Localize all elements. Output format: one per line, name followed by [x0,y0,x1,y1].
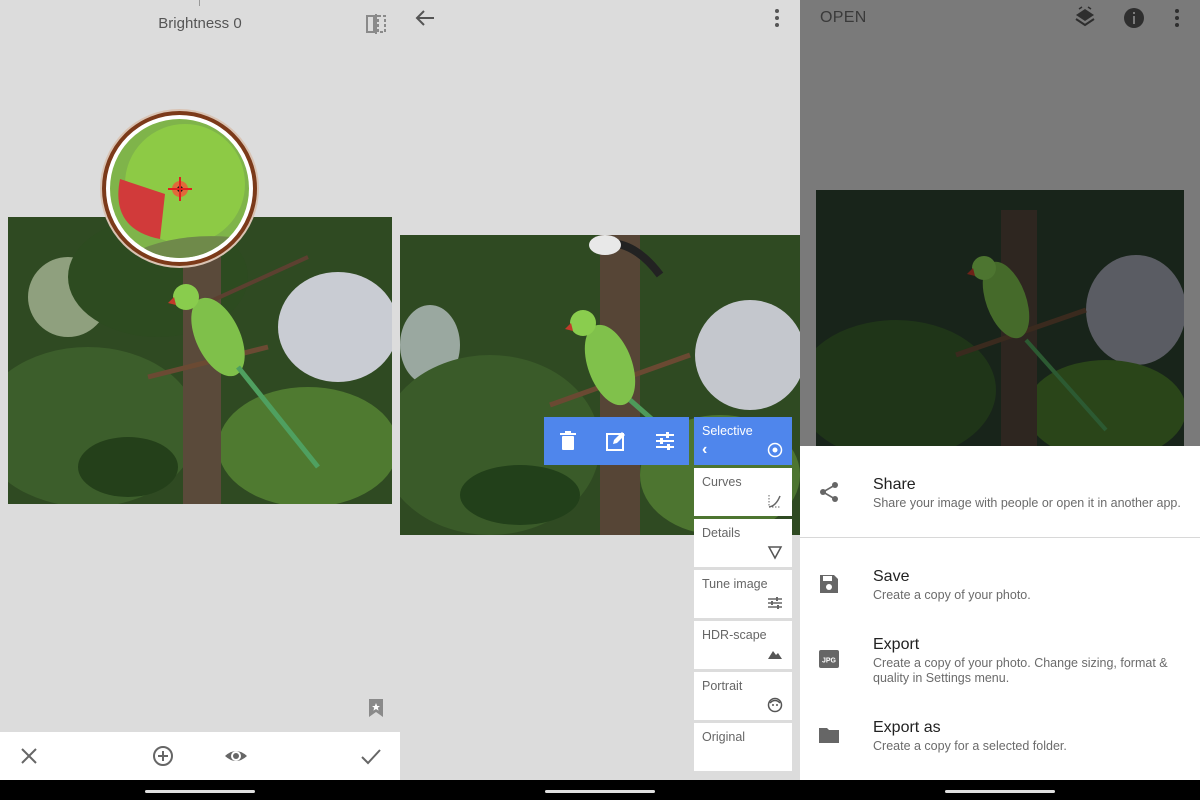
export-panel: OPEN Share Share your image with people … [800,0,1200,800]
home-gesture-pill[interactable] [545,790,655,793]
more-options-icon[interactable] [1174,8,1180,28]
export-bottom-sheet: Share Share your image with people or op… [800,446,1200,780]
tool-label: Original [702,730,746,744]
edit-icon[interactable] [605,430,627,452]
tool-curves[interactable]: Curves [694,468,792,516]
close-icon[interactable] [17,744,41,768]
info-icon[interactable] [1122,6,1146,30]
adjustment-tick [199,0,200,6]
home-gesture-pill[interactable] [145,790,255,793]
mountains-icon [767,646,783,662]
tool-original[interactable]: Original [694,723,792,771]
tool-selective[interactable]: Selective ‹ [694,417,792,465]
loupe-magnifier [102,111,257,266]
option-description: Create a copy of your photo. Change sizi… [873,656,1168,685]
tool-hdr-scape[interactable]: HDR-scape [694,621,792,669]
eye-icon[interactable] [224,744,248,768]
svg-text:JPG: JPG [822,658,837,665]
target-icon [767,442,783,458]
sheet-divider [800,537,1200,538]
system-nav-bar [400,780,800,800]
layers-icon[interactable] [1073,6,1097,30]
system-nav-bar [800,780,1200,800]
export-as-option[interactable]: Export as Create a copy for a selected f… [800,708,1200,768]
add-circle-icon[interactable] [151,744,175,768]
bottom-action-bar [0,732,400,780]
share-icon [818,481,840,503]
adjustment-title: Brightness 0 [158,15,242,32]
bookmark-icon[interactable] [367,698,385,718]
tool-label: Selective [702,424,753,438]
tool-label: Portrait [702,679,743,693]
back-arrow-icon[interactable] [414,8,436,28]
tool-label: HDR-scape [702,628,767,642]
delete-icon[interactable] [557,430,579,452]
photo-canvas [816,190,1184,446]
brightness-panel: Brightness 0 [0,0,400,800]
folder-icon [818,724,840,746]
tool-details[interactable]: Details [694,519,792,567]
selective-edit-toolbar [544,417,689,465]
sliders-icon[interactable] [654,430,676,452]
check-icon[interactable] [359,744,383,768]
option-title: Save [873,568,910,585]
home-gesture-pill[interactable] [945,790,1055,793]
tool-portrait[interactable]: Portrait [694,672,792,720]
face-icon [767,697,783,713]
compare-icon[interactable] [365,13,387,35]
tool-label: Details [702,526,741,540]
curves-icon [767,493,783,509]
export-option[interactable]: JPG Export Create a copy of your photo. … [800,626,1200,696]
system-nav-bar [0,780,400,800]
jpg-icon: JPG [818,648,840,670]
tool-label: Tune image [702,577,768,591]
save-option[interactable]: Save Create a copy of your photo. [800,556,1200,616]
option-description: Share your image with people or open it … [873,496,1181,510]
option-description: Create a copy of your photo. [873,588,1031,602]
tool-label: Curves [702,475,742,489]
save-icon [818,573,840,595]
chevron-left-icon[interactable]: ‹ [702,441,707,459]
sliders-icon [767,595,783,611]
option-title: Share [873,476,916,493]
share-option[interactable]: Share Share your image with people or op… [800,446,1200,537]
triangle-icon [767,544,783,560]
option-title: Export [873,636,920,653]
option-description: Create a copy for a selected folder. [873,739,1067,753]
option-title: Export as [873,719,941,736]
open-button[interactable]: OPEN [820,9,867,27]
tool-tune-image[interactable]: Tune image [694,570,792,618]
more-options-icon[interactable] [774,8,780,28]
